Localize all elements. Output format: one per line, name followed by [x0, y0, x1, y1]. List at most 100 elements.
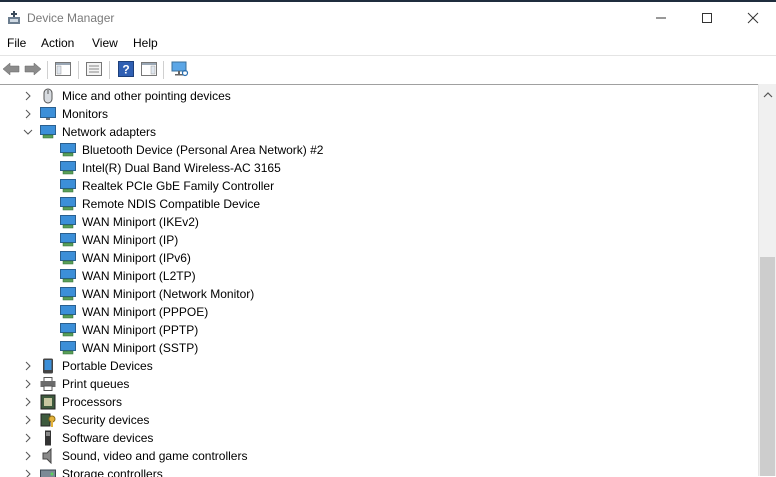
- network-adapter-item[interactable]: WAN Miniport (IKEv2): [60, 213, 199, 231]
- tree-category-row[interactable]: Software devices: [0, 429, 758, 447]
- storage-controller-icon: [40, 466, 56, 477]
- network-adapter-item[interactable]: WAN Miniport (IPv6): [60, 249, 191, 267]
- properties-icon: [86, 61, 102, 79]
- scroll-up-button[interactable]: [759, 86, 776, 103]
- maximize-button[interactable]: [684, 2, 730, 33]
- network-adapter-item[interactable]: WAN Miniport (IP): [60, 231, 178, 249]
- back-button[interactable]: [0, 59, 22, 81]
- network-adapter-icon: [60, 268, 76, 284]
- minimize-button[interactable]: [638, 2, 684, 33]
- action-pane-button[interactable]: [138, 59, 160, 81]
- network-adapter-label: Remote NDIS Compatible Device: [82, 197, 261, 211]
- menu-action[interactable]: Action: [41, 36, 74, 50]
- network-adapter-label: WAN Miniport (SSTP): [82, 341, 199, 355]
- forward-button[interactable]: [22, 59, 44, 81]
- tree-category-label: Network adapters: [62, 125, 157, 139]
- network-adapter-icon: [60, 196, 76, 212]
- chevron-right-icon[interactable]: [23, 379, 33, 389]
- network-adapter-item[interactable]: Bluetooth Device (Personal Area Network)…: [60, 141, 323, 159]
- network-adapter-icon: [60, 214, 76, 230]
- network-adapter-label: WAN Miniport (IKEv2): [82, 215, 199, 229]
- monitor-icon: [40, 106, 56, 122]
- help-button[interactable]: ?: [115, 59, 137, 81]
- tree-category-row[interactable]: Processors: [0, 393, 758, 411]
- tree-category-row[interactable]: Storage controllers: [0, 465, 758, 477]
- network-adapter-label: WAN Miniport (Network Monitor): [82, 287, 255, 301]
- tree-category-label: Software devices: [62, 431, 154, 445]
- menu-help[interactable]: Help: [133, 36, 158, 50]
- network-adapter-label: Bluetooth Device (Personal Area Network)…: [82, 143, 324, 157]
- toolbar-separator: [78, 61, 79, 79]
- menu-view[interactable]: View: [92, 36, 118, 50]
- chevron-down-icon[interactable]: [23, 127, 33, 137]
- tree-category-row[interactable]: Network adapters: [0, 123, 758, 141]
- tree-category-label: Security devices: [62, 413, 150, 427]
- processor-icon: [40, 394, 56, 410]
- network-adapter-icon: [40, 124, 56, 140]
- menu-file[interactable]: File: [7, 36, 26, 50]
- tree-category-row[interactable]: Portable Devices: [0, 357, 758, 375]
- network-adapter-item[interactable]: WAN Miniport (PPPOE): [60, 303, 208, 321]
- chevron-right-icon[interactable]: [23, 415, 33, 425]
- tree-category-label: Portable Devices: [62, 359, 153, 373]
- network-adapter-icon: [60, 232, 76, 248]
- tree-category-row[interactable]: Sound, video and game controllers: [0, 447, 758, 465]
- tree-category-label: Monitors: [62, 107, 109, 121]
- title-bar[interactable]: Device Manager: [0, 2, 776, 33]
- properties-button[interactable]: [83, 59, 105, 81]
- network-adapter-item[interactable]: Remote NDIS Compatible Device: [60, 195, 260, 213]
- menu-bar: File Action View Help: [0, 33, 776, 55]
- network-adapter-label: Realtek PCIe GbE Family Controller: [82, 179, 275, 193]
- tree-category-label: Processors: [62, 395, 123, 409]
- network-adapter-label: Intel(R) Dual Band Wireless-AC 3165: [82, 161, 281, 175]
- scan-hardware-changes-button[interactable]: [169, 59, 191, 81]
- minimize-icon: [655, 12, 667, 24]
- chevron-right-icon[interactable]: [23, 451, 33, 461]
- network-adapter-label: WAN Miniport (PPPOE): [82, 305, 209, 319]
- network-adapter-icon: [60, 304, 76, 320]
- chevron-right-icon[interactable]: [23, 109, 33, 119]
- network-adapter-item[interactable]: Intel(R) Dual Band Wireless-AC 3165: [60, 159, 281, 177]
- portable-device-icon: [40, 358, 56, 374]
- close-button[interactable]: [730, 2, 776, 33]
- network-adapter-item[interactable]: WAN Miniport (PPTP): [60, 321, 198, 339]
- network-adapter-label: WAN Miniport (IPv6): [82, 251, 191, 265]
- network-adapter-label: WAN Miniport (IP): [82, 233, 179, 247]
- network-adapter-item[interactable]: WAN Miniport (SSTP): [60, 339, 198, 357]
- scan-hardware-changes-icon: [171, 61, 189, 80]
- toolbar-separator: [47, 61, 48, 79]
- network-adapter-icon: [60, 250, 76, 266]
- action-pane-icon: [141, 61, 157, 79]
- network-adapter-item[interactable]: WAN Miniport (L2TP): [60, 267, 196, 285]
- chevron-up-icon: [763, 88, 773, 102]
- network-adapter-item[interactable]: Realtek PCIe GbE Family Controller: [60, 177, 274, 195]
- show-hide-console-tree-button[interactable]: [52, 59, 74, 81]
- show-hide-console-tree-icon: [55, 61, 71, 79]
- tree-category-row[interactable]: Security devices: [0, 411, 758, 429]
- maximize-icon: [701, 12, 713, 24]
- tree-category-row[interactable]: Monitors: [0, 105, 758, 123]
- network-adapter-icon: [60, 340, 76, 356]
- chevron-right-icon[interactable]: [23, 397, 33, 407]
- vertical-scrollbar[interactable]: [758, 84, 776, 476]
- device-tree[interactable]: Mice and other pointing devices Monitors…: [0, 84, 758, 477]
- scrollbar-thumb[interactable]: [760, 257, 775, 476]
- tree-category-row[interactable]: Print queues: [0, 375, 758, 393]
- speaker-icon: [40, 448, 56, 464]
- network-adapter-label: WAN Miniport (L2TP): [82, 269, 196, 283]
- network-adapter-icon: [60, 160, 76, 176]
- chevron-right-icon[interactable]: [23, 91, 33, 101]
- forward-arrow-icon: [24, 61, 42, 79]
- chevron-right-icon[interactable]: [23, 433, 33, 443]
- help-icon: ?: [118, 60, 134, 80]
- svg-text:?: ?: [122, 62, 129, 76]
- network-adapter-icon: [60, 178, 76, 194]
- window-title: Device Manager: [27, 11, 115, 25]
- software-device-icon: [40, 430, 56, 446]
- security-device-icon: [40, 412, 56, 428]
- toolbar-separator: [109, 61, 110, 79]
- back-arrow-icon: [2, 61, 20, 79]
- chevron-right-icon[interactable]: [23, 361, 33, 371]
- tree-category-row[interactable]: Mice and other pointing devices: [0, 87, 758, 105]
- network-adapter-item[interactable]: WAN Miniport (Network Monitor): [60, 285, 254, 303]
